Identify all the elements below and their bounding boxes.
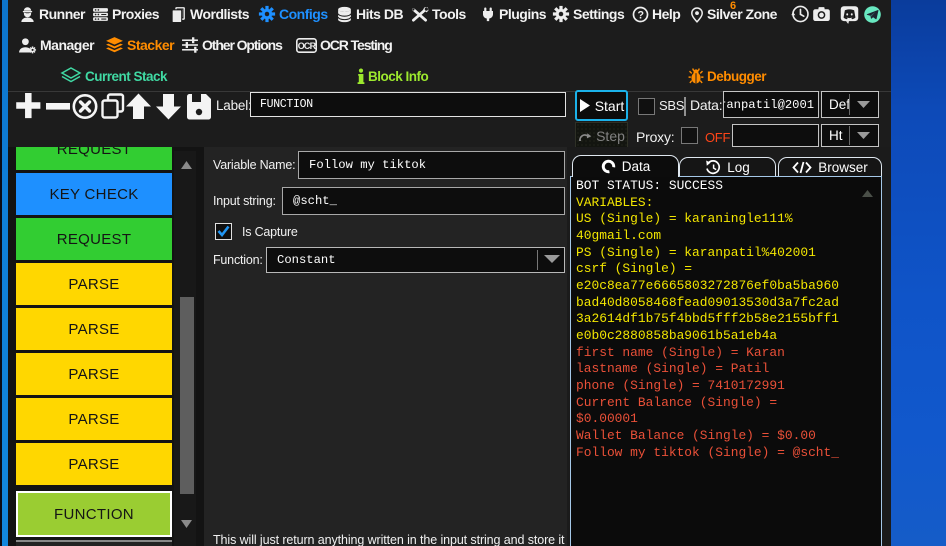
svg-text:OCR: OCR — [298, 41, 317, 51]
svg-text:?: ? — [638, 9, 644, 21]
